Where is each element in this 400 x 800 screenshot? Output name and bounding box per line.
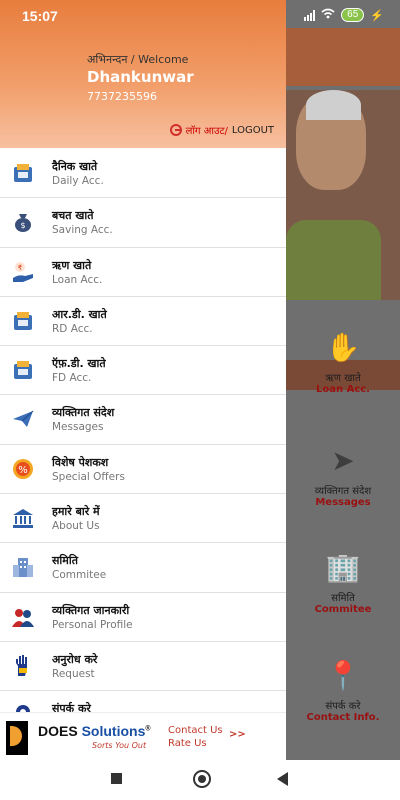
background-banner-image bbox=[286, 90, 400, 390]
status-icons: 65 ⚡ bbox=[304, 8, 384, 22]
brand-name: DOES Solutions® bbox=[38, 723, 151, 739]
loan-hand-icon: ✋ bbox=[325, 331, 361, 364]
menu-item-about-us[interactable]: हमारे बारे में About Us bbox=[0, 494, 286, 544]
svg-text:$: $ bbox=[20, 221, 25, 230]
drawer-menu: दैनिक खाते Daily Acc. $ बचत खाते Saving … bbox=[0, 149, 286, 741]
background-header bbox=[286, 28, 400, 86]
svg-text:%: % bbox=[18, 465, 28, 476]
rd-account-icon bbox=[14, 311, 32, 330]
menu-item-committee[interactable]: समिति Commitee bbox=[0, 543, 286, 593]
recents-icon[interactable] bbox=[111, 773, 122, 784]
background-tile-committee: 🏢 समिति Commitee bbox=[286, 550, 400, 615]
charging-icon: ⚡ bbox=[370, 9, 384, 22]
footer-links: Contact Us Rate Us bbox=[168, 724, 223, 750]
hand-request-icon bbox=[16, 654, 27, 676]
user-phone: 7737235596 bbox=[87, 90, 157, 103]
menu-item-rd-account[interactable]: आर.डी. खाते RD Acc. bbox=[0, 297, 286, 347]
menu-item-request[interactable]: अनुरोध करे Request bbox=[0, 642, 286, 692]
paper-plane-icon bbox=[13, 411, 34, 428]
brand-tagline: Sorts You Out bbox=[92, 741, 147, 750]
logout-button[interactable]: लॉग आउट/ LOGOUT bbox=[169, 123, 274, 137]
loan-hand-icon: ₹ bbox=[13, 261, 33, 282]
does-logo-icon bbox=[6, 721, 28, 755]
menu-item-saving-account[interactable]: $ बचत खाते Saving Acc. bbox=[0, 198, 286, 248]
offer-badge-icon: % bbox=[13, 458, 33, 479]
footer-arrow[interactable]: >> bbox=[229, 729, 246, 740]
menu-item-daily-account[interactable]: दैनिक खाते Daily Acc. bbox=[0, 149, 286, 199]
fd-account-icon bbox=[14, 361, 32, 380]
bank-building-icon bbox=[13, 509, 33, 529]
navigation-drawer: अभिनन्दन / Welcome Dhankunwar 7737235596… bbox=[0, 0, 286, 760]
menu-item-fd-account[interactable]: ऍफ़.डी. खाते FD Acc. bbox=[0, 346, 286, 396]
back-icon[interactable] bbox=[277, 772, 288, 786]
wifi-icon bbox=[321, 8, 335, 22]
paper-plane-icon: ➤ bbox=[331, 444, 355, 477]
logout-label-hi: लॉग आउट/ bbox=[185, 126, 228, 137]
money-bag-icon: $ bbox=[15, 214, 31, 233]
committee-building-icon: 🏢 bbox=[325, 551, 361, 584]
logout-icon bbox=[169, 124, 182, 136]
rate-us-link[interactable]: Rate Us bbox=[168, 737, 223, 750]
contact-us-link[interactable]: Contact Us bbox=[168, 724, 223, 737]
footer-banner[interactable]: DOES Solutions® Sorts You Out Contact Us… bbox=[0, 712, 286, 760]
background-tile-contact: 📍 संपर्क करे Contact Info. bbox=[286, 658, 400, 723]
status-time: 15:07 bbox=[22, 8, 58, 24]
welcome-text: अभिनन्दन / Welcome bbox=[87, 53, 189, 66]
daily-account-icon bbox=[14, 164, 32, 182]
committee-building-icon bbox=[13, 558, 33, 578]
signal-icon bbox=[304, 9, 316, 21]
background-tile-loan: ✋ ऋण खाते Loan Acc. bbox=[286, 330, 400, 395]
menu-item-personal-profile[interactable]: व्यक्तिगत जानकारी Personal Profile bbox=[0, 593, 286, 642]
menu-item-messages[interactable]: व्यक्तिगत संदेश Messages bbox=[0, 395, 286, 445]
people-icon bbox=[12, 608, 34, 627]
menu-item-loan-account[interactable]: ₹ ऋण खाते Loan Acc. bbox=[0, 248, 286, 297]
logout-label-en: LOGOUT bbox=[231, 124, 274, 136]
home-icon[interactable] bbox=[193, 770, 211, 788]
menu-item-special-offers[interactable]: % विशेष पेशकश Special Offers bbox=[0, 445, 286, 495]
svg-text:₹: ₹ bbox=[18, 264, 23, 272]
battery-icon: 65 bbox=[341, 8, 365, 22]
status-bar: 15:07 65 ⚡ bbox=[0, 0, 400, 32]
user-name: Dhankunwar bbox=[87, 68, 194, 86]
location-pin-icon: 📍 bbox=[325, 659, 361, 692]
background-app[interactable]: ✋ ऋण खाते Loan Acc. ➤ व्यक्तिगत संदेश Me… bbox=[286, 0, 400, 760]
system-nav-bar bbox=[0, 760, 400, 800]
background-tile-messages: ➤ व्यक्तिगत संदेश Messages bbox=[286, 443, 400, 508]
